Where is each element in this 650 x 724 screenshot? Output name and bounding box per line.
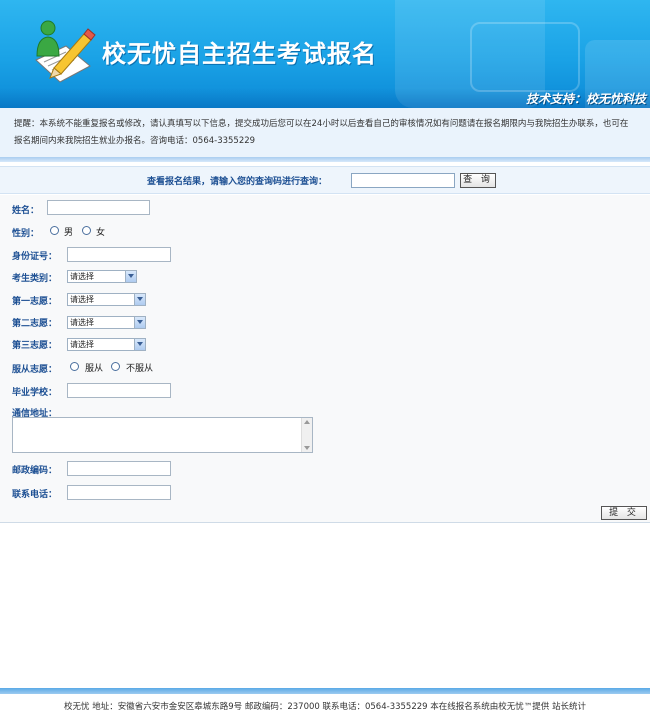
choice2-selected: 请选择 — [70, 318, 94, 327]
query-label: 查看报名结果，请输入您的查询码进行查询： — [147, 177, 328, 187]
obey-label: 服从志愿： — [12, 365, 58, 375]
category-label: 考生类别： — [12, 274, 58, 284]
category-selected: 请选择 — [70, 272, 94, 281]
scroll-down-icon[interactable] — [304, 446, 310, 450]
page-title: 校无忧自主招生考试报名 — [102, 40, 377, 68]
postcode-label: 邮政编码： — [12, 466, 58, 476]
choice1-selected: 请选择 — [70, 295, 94, 304]
scrollbar[interactable] — [301, 418, 312, 452]
choice2-label: 第二志愿： — [12, 319, 58, 329]
query-button[interactable]: 查 询 — [460, 173, 496, 188]
chevron-down-icon[interactable] — [134, 294, 145, 305]
submit-button[interactable]: 提 交 — [601, 506, 647, 520]
obey-yes-label: 服从 — [85, 364, 104, 374]
name-label: 姓名： — [12, 206, 40, 216]
school-input[interactable] — [67, 383, 171, 398]
chevron-down-icon[interactable] — [125, 271, 136, 282]
gender-male-radio[interactable] — [50, 226, 59, 235]
query-bar: 查看报名结果，请输入您的查询码进行查询： 查 询 — [0, 166, 650, 194]
header-banner: 校无忧自主招生考试报名 技术支持：校无忧科技 — [0, 0, 650, 108]
scroll-up-icon[interactable] — [304, 420, 310, 424]
obey-no-label: 不服从 — [126, 364, 154, 374]
phone-input[interactable] — [67, 485, 171, 500]
phone-label: 联系电话： — [12, 490, 58, 500]
query-code-input[interactable] — [351, 173, 455, 188]
address-textarea[interactable] — [12, 417, 313, 453]
divider — [0, 157, 650, 162]
footer-divider — [0, 688, 650, 694]
chevron-down-icon[interactable] — [134, 339, 145, 350]
obey-no-radio[interactable] — [111, 362, 120, 371]
name-input[interactable] — [47, 200, 150, 215]
choice3-select[interactable]: 请选择 — [67, 338, 146, 351]
student-pencil-logo-icon — [35, 20, 96, 83]
banner-decoration — [470, 22, 580, 92]
postcode-input[interactable] — [67, 461, 171, 476]
id-number-label: 身份证号： — [12, 252, 58, 262]
gender-male-label: 男 — [64, 228, 74, 238]
category-select[interactable]: 请选择 — [67, 270, 137, 283]
school-label: 毕业学校： — [12, 388, 58, 398]
id-number-input[interactable] — [67, 247, 171, 262]
choice1-select[interactable]: 请选择 — [67, 293, 146, 306]
tech-support-text: 技术支持：校无忧科技 — [525, 92, 646, 106]
choice3-selected: 请选择 — [70, 340, 94, 349]
choice3-label: 第三志愿： — [12, 341, 58, 351]
choice1-label: 第一志愿： — [12, 297, 58, 307]
notice-text: 提醒：本系统不能重复报名或修改，请认真填写以下信息，提交成功后您可以在24小时以… — [0, 108, 650, 158]
divider — [0, 522, 650, 523]
choice2-select[interactable]: 请选择 — [67, 316, 146, 329]
obey-yes-radio[interactable] — [70, 362, 79, 371]
gender-female-radio[interactable] — [82, 226, 91, 235]
registration-form: 姓名： 性别： 男 女 身份证号： 考生类别： 请选择 第一志愿： 请选择 第二… — [0, 195, 650, 522]
gender-female-label: 女 — [96, 228, 106, 238]
footer-text: 校无忧 地址：安徽省六安市金安区皋城东路9号 邮政编码：237000 联系电话：… — [64, 702, 586, 712]
gender-label: 性别： — [12, 229, 40, 239]
chevron-down-icon[interactable] — [134, 317, 145, 328]
